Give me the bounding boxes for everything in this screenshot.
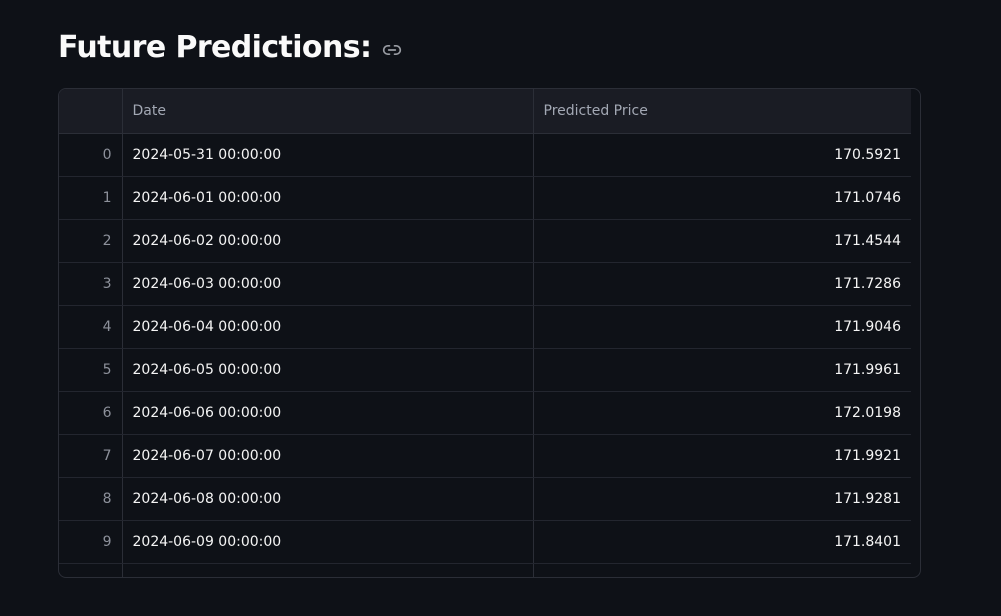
column-header-predicted-price[interactable]: Predicted Price [533, 89, 911, 134]
predicted-price-cell[interactable]: 170.5921 [533, 133, 911, 177]
table-header-row: Date Predicted Price [59, 89, 911, 134]
table-row: 4 2024-06-04 00:00:00 171.9046 [59, 305, 911, 349]
section-header: Future Predictions: [58, 28, 403, 68]
row-index-cell[interactable]: 4 [59, 305, 123, 349]
date-cell[interactable]: 2024-06-09 00:00:00 [122, 520, 534, 564]
date-cell[interactable]: 2024-06-03 00:00:00 [122, 262, 534, 306]
date-cell[interactable]: 2024-06-07 00:00:00 [122, 434, 534, 478]
date-cell[interactable]: 2024-06-04 00:00:00 [122, 305, 534, 349]
predicted-price-cell[interactable]: 171.9961 [533, 348, 911, 392]
row-index-cell[interactable]: 7 [59, 434, 123, 478]
predicted-price-cell[interactable]: 171.4544 [533, 219, 911, 263]
link-icon[interactable] [381, 39, 403, 61]
table-row: 6 2024-06-06 00:00:00 172.0198 [59, 391, 911, 435]
predicted-price-cell[interactable]: 171.8401 [533, 520, 911, 564]
predicted-price-cell[interactable]: 171.9046 [533, 305, 911, 349]
row-index-cell[interactable]: 0 [59, 133, 123, 177]
page-title: Future Predictions: [58, 30, 372, 65]
empty-cell [533, 563, 911, 577]
row-index-cell[interactable]: 1 [59, 176, 123, 220]
row-index-cell[interactable]: 8 [59, 477, 123, 521]
date-cell[interactable]: 2024-06-02 00:00:00 [122, 219, 534, 263]
table-row: 1 2024-06-01 00:00:00 171.0746 [59, 176, 911, 220]
table-row-partial [59, 563, 911, 577]
date-cell[interactable]: 2024-06-01 00:00:00 [122, 176, 534, 220]
predicted-price-cell[interactable]: 171.7286 [533, 262, 911, 306]
predictions-dataframe[interactable]: Date Predicted Price 0 2024-05-31 00:00:0… [58, 88, 921, 578]
empty-cell [59, 563, 123, 577]
date-cell[interactable]: 2024-06-05 00:00:00 [122, 348, 534, 392]
app-page: Future Predictions: Date Predicted Price [0, 0, 1001, 616]
column-header-index[interactable] [59, 89, 123, 134]
table-row: 9 2024-06-09 00:00:00 171.8401 [59, 520, 911, 564]
predicted-price-cell[interactable]: 172.0198 [533, 391, 911, 435]
predicted-price-cell[interactable]: 171.9281 [533, 477, 911, 521]
table-row: 8 2024-06-08 00:00:00 171.9281 [59, 477, 911, 521]
row-index-cell[interactable]: 5 [59, 348, 123, 392]
table-row: 2 2024-06-02 00:00:00 171.4544 [59, 219, 911, 263]
date-cell[interactable]: 2024-05-31 00:00:00 [122, 133, 534, 177]
row-index-cell[interactable]: 9 [59, 520, 123, 564]
predicted-price-cell[interactable]: 171.0746 [533, 176, 911, 220]
row-index-cell[interactable]: 6 [59, 391, 123, 435]
table-row: 5 2024-06-05 00:00:00 171.9961 [59, 348, 911, 392]
table-row: 0 2024-05-31 00:00:00 170.5921 [59, 133, 911, 177]
table-body: 0 2024-05-31 00:00:00 170.5921 1 2024-06-01 … [59, 133, 911, 577]
predictions-table: Date Predicted Price 0 2024-05-31 00:00:0… [59, 89, 911, 577]
empty-cell [122, 563, 534, 577]
date-cell[interactable]: 2024-06-08 00:00:00 [122, 477, 534, 521]
table-row: 3 2024-06-03 00:00:00 171.7286 [59, 262, 911, 306]
predicted-price-cell[interactable]: 171.9921 [533, 434, 911, 478]
row-index-cell[interactable]: 3 [59, 262, 123, 306]
table-row: 7 2024-06-07 00:00:00 171.9921 [59, 434, 911, 478]
row-index-cell[interactable]: 2 [59, 219, 123, 263]
column-header-date[interactable]: Date [122, 89, 534, 134]
date-cell[interactable]: 2024-06-06 00:00:00 [122, 391, 534, 435]
